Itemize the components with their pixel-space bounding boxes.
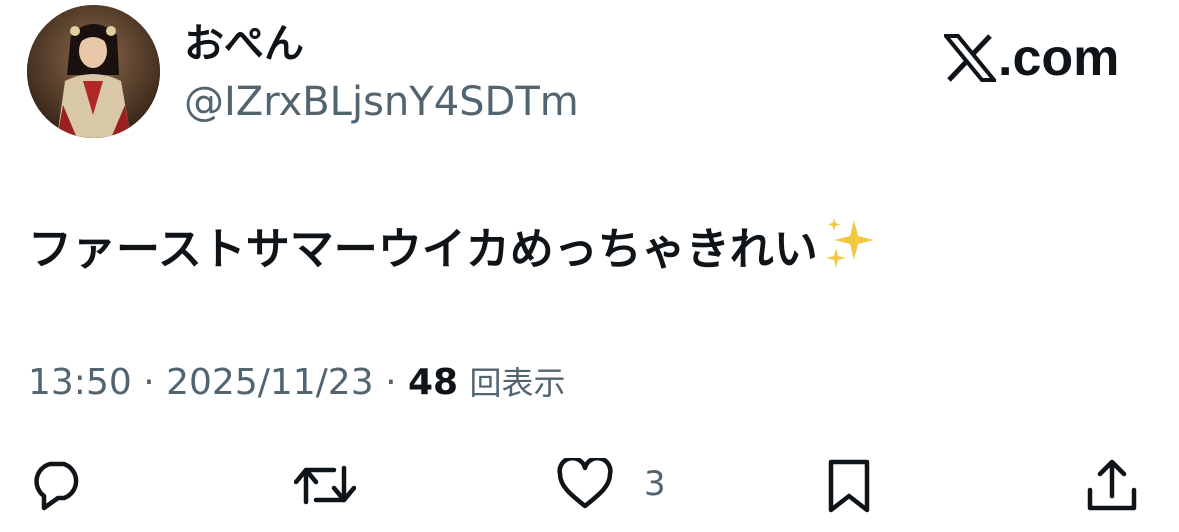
author-handle[interactable]: @IZrxBLjsnY4SDTm <box>184 76 579 128</box>
reply-icon <box>34 461 79 511</box>
views-label: 回表示 <box>469 364 566 402</box>
x-logo-icon <box>944 34 996 82</box>
meta-separator: · <box>143 362 155 403</box>
tweet-date[interactable]: 2025/11/23 <box>166 362 374 403</box>
like-button[interactable]: 3 <box>556 458 666 510</box>
meta-separator: · <box>385 362 397 403</box>
like-count: 3 <box>644 464 666 504</box>
avatar-image <box>27 5 160 138</box>
share-icon <box>1087 459 1137 511</box>
action-bar: 3 <box>0 450 1179 520</box>
repost-button[interactable] <box>294 458 356 512</box>
tweet-text: ファーストサマーウイカめっちゃきれい <box>28 214 878 286</box>
brand-text: .com <box>998 29 1120 87</box>
reply-button[interactable] <box>28 458 86 512</box>
views-count[interactable]: 48 <box>408 362 458 403</box>
like-icon <box>557 458 613 509</box>
share-button[interactable] <box>1086 458 1138 514</box>
repost-icon <box>294 465 356 505</box>
tweet-meta: 13:50 · 2025/11/23 · 48 回表示 <box>28 358 566 408</box>
tweet-time[interactable]: 13:50 <box>28 362 132 403</box>
x-com-brand: .com <box>944 28 1119 88</box>
author-display-name[interactable]: おぺん <box>184 18 304 70</box>
bookmark-icon <box>828 459 870 513</box>
sparkles-icon <box>822 214 878 286</box>
avatar[interactable] <box>27 5 160 138</box>
tweet-body: ファーストサマーウイカめっちゃきれい <box>28 224 818 275</box>
bookmark-button[interactable] <box>826 458 872 514</box>
